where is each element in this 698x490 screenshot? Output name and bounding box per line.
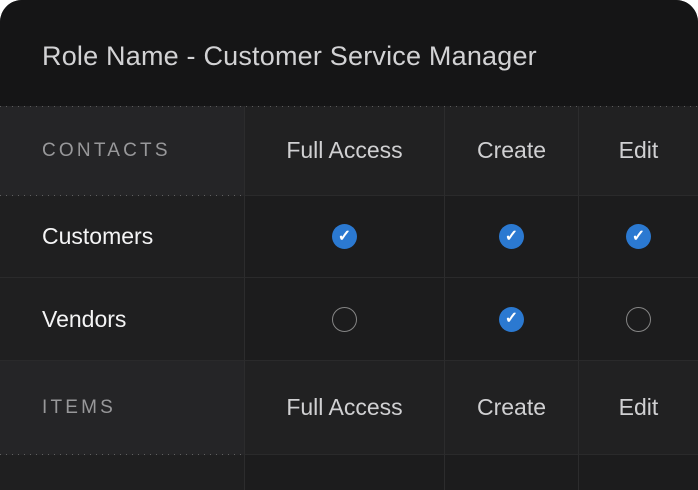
- page-title: Role Name - Customer Service Manager: [42, 41, 537, 72]
- title-bar: Role Name - Customer Service Manager: [0, 0, 698, 106]
- column-header-create: Create: [445, 106, 579, 196]
- permission-cell: [245, 278, 445, 361]
- column-header-label: Full Access: [286, 394, 402, 421]
- permission-cell: [445, 196, 579, 278]
- section-header-items: ITEMS: [0, 361, 245, 455]
- table-row-partial-cell: [245, 455, 445, 490]
- checkbox-customers-full-access[interactable]: [332, 224, 357, 249]
- column-header-full-access: Full Access: [245, 361, 445, 455]
- permission-cell: [579, 278, 698, 361]
- section-header-contacts: CONTACTS: [0, 106, 245, 196]
- checkbox-vendors-full-access[interactable]: [332, 307, 357, 332]
- permission-cell: [579, 196, 698, 278]
- column-header-label: Edit: [619, 394, 659, 421]
- checkbox-vendors-create[interactable]: [499, 307, 524, 332]
- permission-cell: [445, 278, 579, 361]
- table-row-partial: [0, 455, 245, 490]
- table-row-partial-cell: [579, 455, 698, 490]
- permissions-table: CONTACTS Full Access Create Edit Custome…: [0, 106, 698, 490]
- column-header-label: Create: [477, 137, 546, 164]
- column-header-edit: Edit: [579, 106, 698, 196]
- column-header-label: Create: [477, 394, 546, 421]
- role-permissions-card: Role Name - Customer Service Manager CON…: [0, 0, 698, 490]
- table-row-label-customers: Customers: [0, 196, 245, 278]
- section-label: CONTACTS: [42, 140, 171, 162]
- row-label: Vendors: [42, 306, 126, 333]
- checkbox-vendors-edit[interactable]: [626, 307, 651, 332]
- column-header-edit: Edit: [579, 361, 698, 455]
- table-row-partial-cell: [445, 455, 579, 490]
- column-header-create: Create: [445, 361, 579, 455]
- permission-cell: [245, 196, 445, 278]
- table-row-label-vendors: Vendors: [0, 278, 245, 361]
- column-header-full-access: Full Access: [245, 106, 445, 196]
- section-label: ITEMS: [42, 397, 116, 419]
- column-header-label: Edit: [619, 137, 659, 164]
- column-header-label: Full Access: [286, 137, 402, 164]
- checkbox-customers-edit[interactable]: [626, 224, 651, 249]
- row-label: Customers: [42, 223, 153, 250]
- checkbox-customers-create[interactable]: [499, 224, 524, 249]
